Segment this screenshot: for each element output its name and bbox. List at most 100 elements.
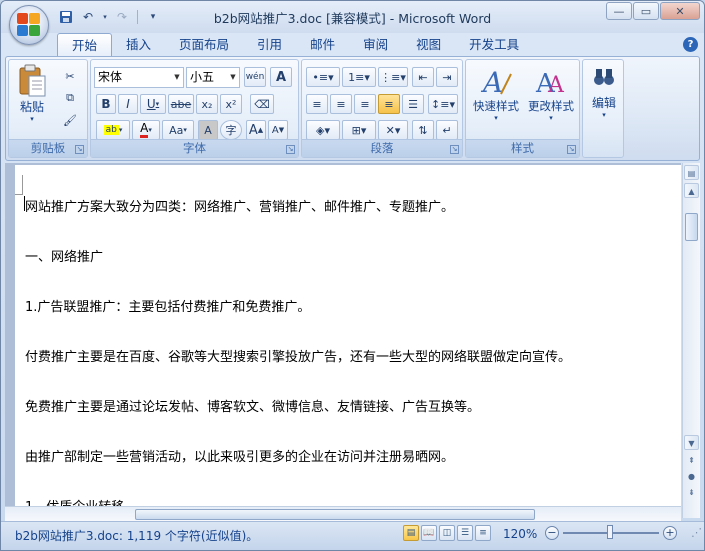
scroll-up-icon[interactable]: ▲ xyxy=(684,183,699,198)
horizontal-scroll-thumb[interactable] xyxy=(135,509,535,520)
format-painter-icon[interactable]: 🖌 xyxy=(59,110,81,130)
previous-page-icon[interactable]: ⇞ xyxy=(684,453,699,468)
cut-icon[interactable]: ✂ xyxy=(59,66,81,86)
change-styles-icon: A A xyxy=(535,69,565,98)
strikethrough-button[interactable]: abe xyxy=(168,94,194,114)
full-screen-reading-view-icon[interactable]: 📖 xyxy=(421,525,437,541)
paragraph[interactable]: 由推广部制定一些营销活动，以此来吸引更多的企业在访问并注册易晒网。 xyxy=(25,446,454,465)
paragraph-launcher-icon[interactable]: ↘ xyxy=(450,145,459,154)
clear-formatting-icon[interactable]: ⌫ xyxy=(250,94,274,114)
align-left-icon[interactable]: ≡ xyxy=(306,94,328,114)
maximize-button[interactable]: ▭ xyxy=(633,2,659,20)
enclose-char-button[interactable]: 字 xyxy=(220,120,242,140)
underline-button[interactable]: U ▾ xyxy=(140,94,166,114)
decrease-indent-icon[interactable]: ⇤ xyxy=(412,67,434,87)
next-page-icon[interactable]: ⇟ xyxy=(684,485,699,500)
multilevel-list-icon[interactable]: ⋮≡▾ xyxy=(378,67,408,87)
paste-button[interactable]: 粘贴 ▾ xyxy=(15,64,49,123)
font-name-combo[interactable]: 宋体 ▼ xyxy=(94,67,184,88)
borders-icon[interactable]: ⊞▾ xyxy=(342,120,376,140)
vertical-scroll-thumb[interactable] xyxy=(685,213,698,241)
minimize-button[interactable]: — xyxy=(606,2,632,20)
zoom-slider-thumb[interactable] xyxy=(607,525,613,539)
horizontal-scrollbar[interactable] xyxy=(5,506,681,521)
chevron-down-icon: ▼ xyxy=(174,73,180,81)
paragraph[interactable]: 1.广告联盟推广：主要包括付费推广和免费推广。 xyxy=(25,296,310,315)
numbering-icon[interactable]: 1≡▾ xyxy=(342,67,376,87)
paragraph[interactable]: 免费推广主要是通过论坛发帖、博客软文、微博信息、友情链接、广告互换等。 xyxy=(25,396,480,415)
font-size-combo[interactable]: 小五 ▼ xyxy=(186,67,240,88)
grow-font-button[interactable]: A ▲ xyxy=(246,120,266,140)
group-styles: A 快速样式 ▾ A A 更改样式 ▾ 样式 ↘ xyxy=(465,59,580,158)
font-launcher-icon[interactable]: ↘ xyxy=(286,145,295,154)
ruler-toggle-icon[interactable]: ▤ xyxy=(684,165,699,180)
paragraph[interactable]: 付费推广主要是在百度、谷歌等大型搜索引擎投放广告，还有一些大型的网络联盟做定向宣… xyxy=(25,346,571,365)
zoom-out-icon[interactable]: − xyxy=(545,526,559,540)
tab-home[interactable]: 开始 xyxy=(57,33,113,57)
ribbon: 粘贴 ▾ ✂ ⧉ 🖌 剪贴板 ↘ 宋体 ▼ 小五 ▼ wén A B I U ▾ … xyxy=(5,56,700,161)
group-editing: 编辑 ▾ xyxy=(582,59,624,158)
tab-developer[interactable]: 开发工具 xyxy=(455,33,533,57)
tab-references[interactable]: 引用 xyxy=(243,33,296,57)
zoom-in-icon[interactable]: + xyxy=(663,526,677,540)
superscript-button[interactable]: x² xyxy=(220,94,242,114)
align-right-icon[interactable]: ≡ xyxy=(354,94,376,114)
document-page[interactable]: 网站推广方案大致分为四类：网络推广、营销推广、邮件推广、专题推广。 一、网络推广… xyxy=(15,165,681,518)
window-controls: — ▭ ✕ xyxy=(606,2,700,20)
paragraph[interactable]: 网站推广方案大致分为四类：网络推广、营销推广、邮件推广、专题推广。 xyxy=(25,196,454,215)
shrink-font-button[interactable]: A ▼ xyxy=(268,120,288,140)
draft-view-icon[interactable]: ≡ xyxy=(475,525,491,541)
tab-view[interactable]: 视图 xyxy=(402,33,455,57)
highlight-button[interactable]: ab ▾ xyxy=(96,120,130,140)
copy-icon[interactable]: ⧉ xyxy=(59,88,81,108)
clipboard-launcher-icon[interactable]: ↘ xyxy=(75,145,84,154)
font-color-button[interactable]: A ▾ xyxy=(132,120,160,140)
bullets-icon[interactable]: •≡▾ xyxy=(306,67,340,87)
word-count-status[interactable]: b2b网站推广3.doc: 1,119 个字符(近似值)。 xyxy=(15,527,258,544)
vertical-scrollbar[interactable]: ▤ ▲ ▼ ⇞ ● ⇟ xyxy=(682,163,700,518)
subscript-button[interactable]: x₂ xyxy=(196,94,218,114)
show-marks-icon[interactable]: ↵ xyxy=(436,120,458,140)
print-layout-view-icon[interactable]: ▤ xyxy=(403,525,419,541)
tab-mailings[interactable]: 邮件 xyxy=(296,33,349,57)
paste-icon xyxy=(19,64,46,97)
close-button[interactable]: ✕ xyxy=(660,2,700,20)
phonetic-guide-button[interactable]: wén xyxy=(244,67,266,87)
bold-button[interactable]: B xyxy=(96,94,116,114)
justify-icon[interactable]: ≡ xyxy=(378,94,400,114)
shading-icon[interactable]: ◈▾ xyxy=(306,120,340,140)
sort-icon[interactable]: ⇅ xyxy=(412,120,434,140)
paste-dropdown-icon: ▾ xyxy=(30,115,34,123)
scroll-down-icon[interactable]: ▼ xyxy=(684,435,699,450)
increase-indent-icon[interactable]: ⇥ xyxy=(436,67,458,87)
align-center-icon[interactable]: ≡ xyxy=(330,94,352,114)
select-browse-object-icon[interactable]: ● xyxy=(684,469,699,484)
char-shading-button[interactable]: A xyxy=(198,120,218,140)
italic-button[interactable]: I xyxy=(118,94,138,114)
ribbon-tabs: 开始 插入 页面布局 引用 邮件 审阅 视图 开发工具 xyxy=(57,33,533,57)
group-paragraph: •≡▾ 1≡▾ ⋮≡▾ ⇤ ⇥ ≡ ≡ ≡ ≡ ☰ ↕≡▾ ◈▾ ⊞▾ ✕▾ ⇅… xyxy=(301,59,463,158)
line-spacing-icon[interactable]: ↕≡▾ xyxy=(428,94,458,114)
editing-button[interactable]: 编辑 ▾ xyxy=(585,66,623,119)
zoom-level[interactable]: 120% xyxy=(503,527,537,541)
chinese-layout-icon[interactable]: ✕▾ xyxy=(378,120,408,140)
paragraph[interactable]: 一、网络推广 xyxy=(25,246,103,265)
web-layout-view-icon[interactable]: ◫ xyxy=(439,525,455,541)
status-bar: b2b网站推广3.doc: 1,119 个字符(近似值)。 ▤ 📖 ◫ ☰ ≡ … xyxy=(1,521,704,550)
quick-styles-button[interactable]: A 快速样式 ▾ xyxy=(470,64,522,122)
chevron-down-icon: ▾ xyxy=(602,111,606,119)
change-styles-button[interactable]: A A 更改样式 ▾ xyxy=(524,64,578,122)
tab-insert[interactable]: 插入 xyxy=(112,33,165,57)
tab-review[interactable]: 审阅 xyxy=(349,33,402,57)
help-icon[interactable]: ? xyxy=(683,37,698,52)
distributed-icon[interactable]: ☰ xyxy=(402,94,424,114)
change-case-button[interactable]: Aa ▾ xyxy=(162,120,194,140)
document-area: 网站推广方案大致分为四类：网络推广、营销推广、邮件推广、专题推广。 一、网络推广… xyxy=(5,163,681,518)
margin-corner-mark xyxy=(15,175,23,195)
char-border-button[interactable]: A xyxy=(270,67,292,87)
tab-page-layout[interactable]: 页面布局 xyxy=(165,33,243,57)
resize-grip-icon[interactable]: ⋰ xyxy=(691,526,702,539)
outline-view-icon[interactable]: ☰ xyxy=(457,525,473,541)
office-button[interactable] xyxy=(9,5,49,45)
styles-launcher-icon[interactable]: ↘ xyxy=(567,145,576,154)
